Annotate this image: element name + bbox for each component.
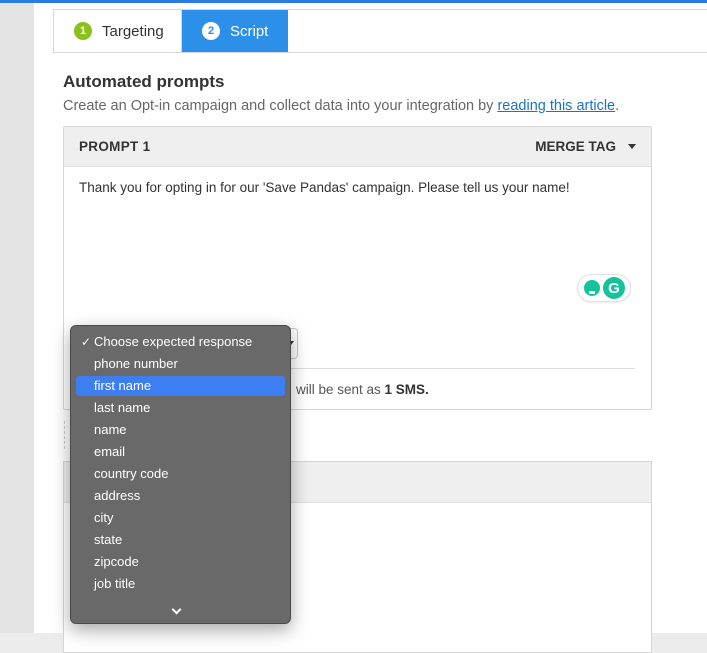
sms-count-note: will be sent as 1 SMS. [296,382,429,397]
option-label: zipcode [94,554,139,569]
option-label: Choose expected response [94,334,253,349]
option-label: country code [94,466,169,481]
option-label: email [94,444,126,459]
description-suffix: . [615,98,620,114]
menu-option-email[interactable]: email [76,442,285,462]
grammarly-widget[interactable]: G [577,274,631,302]
section-description: Create an Opt-in campaign and collect da… [63,98,619,114]
scroll-down-chevron-icon[interactable] [171,605,181,615]
menu-option-last-name[interactable]: last name [76,398,285,418]
merge-tag-dropdown[interactable]: MERGE TAG [535,139,636,154]
prompt-title: PROMPT 1 [79,139,151,154]
prompt-message-textarea[interactable]: Thank you for opting in for our 'Save Pa… [79,180,570,195]
prompt-card-header: PROMPT 1 MERGE TAG [64,127,651,167]
menu-option-first-name[interactable]: first name [76,376,285,396]
sms-count: 1 SMS. [384,382,429,397]
menu-option-address[interactable]: address [76,486,285,506]
tab-script[interactable]: 2 Script [182,10,288,52]
menu-option-state[interactable]: state [76,530,285,550]
step-number-badge: 1 [74,22,92,40]
sms-note-text: will be sent as [296,382,385,397]
option-label: job title [94,576,136,591]
caret-down-icon [628,144,636,149]
option-label: phone number [94,356,178,371]
grammarly-icon: G [603,277,625,299]
description-text: Create an Opt-in campaign and collect da… [63,98,498,114]
option-label: address [94,488,141,503]
reading-article-link[interactable]: reading this article [497,98,615,114]
menu-option-phone-number[interactable]: phone number [76,354,285,374]
checkmark-icon: ✓ [81,335,92,349]
menu-option-choose-expected-response[interactable]: ✓ Choose expected response [76,332,285,352]
menu-option-name[interactable]: name [76,420,285,440]
menu-option-job-title[interactable]: job title [76,574,285,594]
menu-option-city[interactable]: city [76,508,285,528]
menu-option-country-code[interactable]: country code [76,464,285,484]
section-title: Automated prompts [63,72,225,91]
step-tabs: 1 Targeting 2 Script [53,9,707,53]
option-label: name [94,422,127,437]
option-label: state [94,532,123,547]
option-label: city [94,510,114,525]
option-label: last name [94,400,151,415]
option-label: first name [94,378,152,393]
menu-option-zipcode[interactable]: zipcode [76,552,285,572]
left-rail [0,3,35,633]
lightbulb-icon [584,280,600,296]
step-number-badge: 2 [202,22,220,40]
tab-label: Script [230,22,269,40]
merge-tag-label: MERGE TAG [535,139,616,154]
tab-targeting[interactable]: 1 Targeting [54,10,182,52]
expected-response-menu: ✓ Choose expected response phone number f… [70,325,291,624]
tab-label: Targeting [102,22,164,40]
